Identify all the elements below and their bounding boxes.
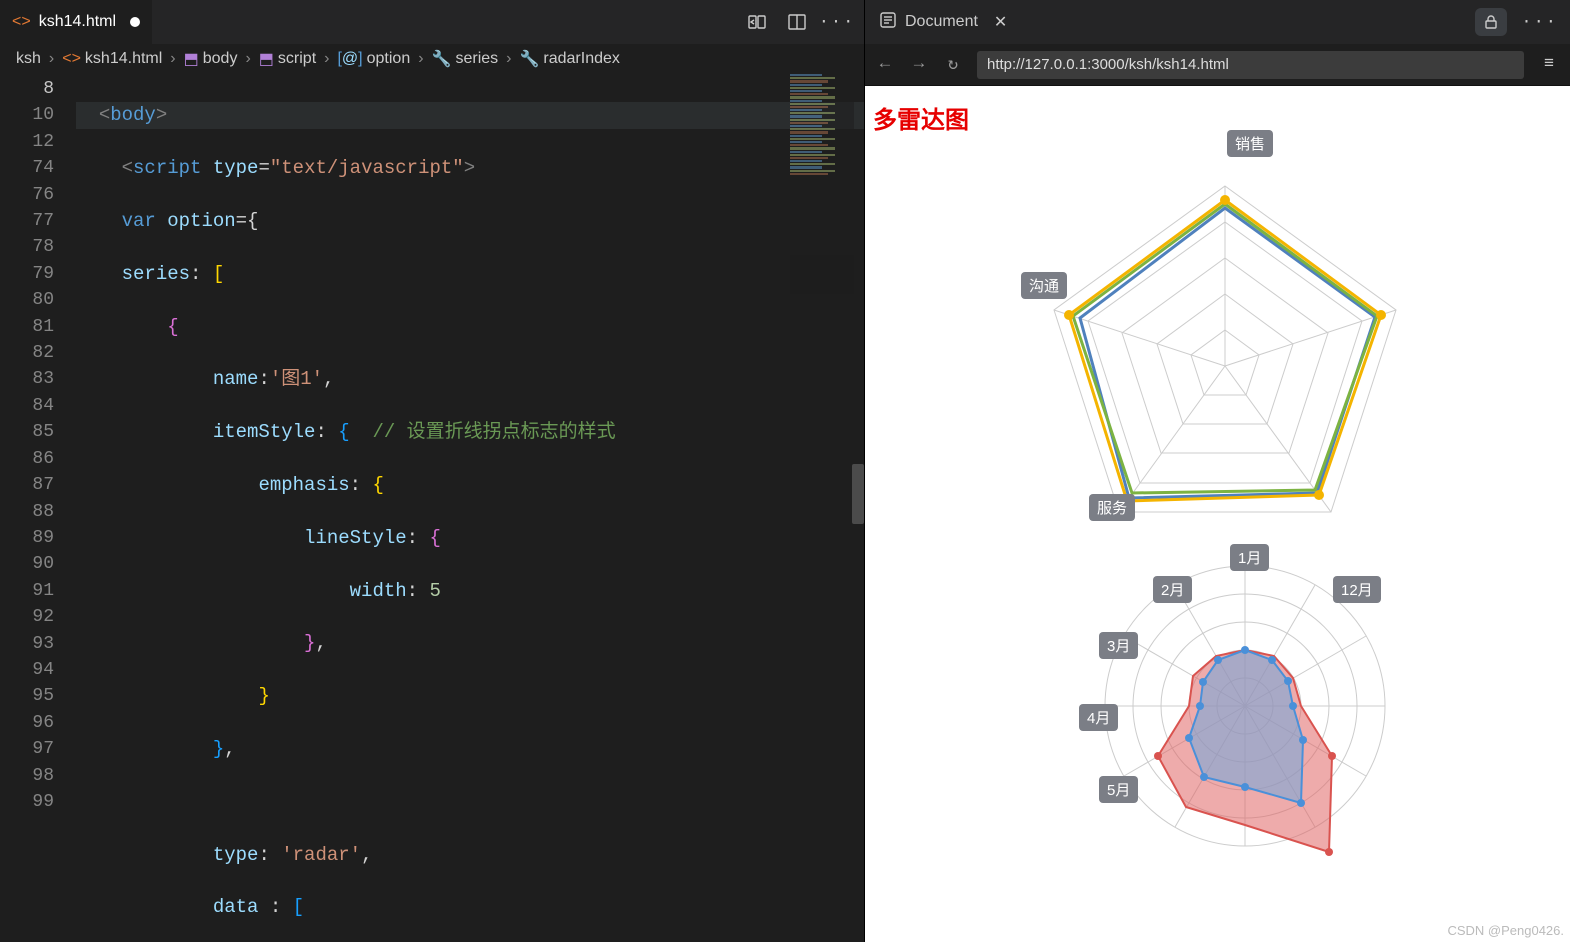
tab-label: Document <box>905 13 978 31</box>
code-file-icon: <> <box>62 50 81 68</box>
editor-tab-bar: <> ksh14.html ··· <box>0 0 864 44</box>
axis-label: 4月 <box>1079 704 1118 731</box>
preview-tab-bar: Document ✕ ··· <box>865 0 1570 44</box>
more-actions-icon[interactable]: ··· <box>1521 13 1558 32</box>
preview-icon <box>879 11 897 34</box>
forward-button[interactable]: → <box>909 55 929 74</box>
tab-filename: ksh14.html <box>39 13 116 31</box>
breadcrumb-item[interactable]: radarIndex <box>543 50 620 68</box>
chevron-right-icon: › <box>324 50 329 68</box>
url-bar: ← → ↻ ≡ <box>865 44 1570 86</box>
axis-label: 5月 <box>1099 776 1138 803</box>
dirty-indicator <box>130 17 140 27</box>
breadcrumb-item[interactable]: ksh <box>16 50 41 68</box>
axis-label: 2月 <box>1153 576 1192 603</box>
tab-document[interactable]: Document ✕ <box>865 0 1021 44</box>
reload-button[interactable]: ↻ <box>943 54 963 75</box>
chevron-right-icon: › <box>418 50 423 68</box>
code-file-icon: <> <box>12 13 31 31</box>
more-actions-icon[interactable]: ··· <box>826 11 848 33</box>
axis-label: 1月 <box>1230 544 1269 571</box>
radar-chart-2 <box>1015 546 1455 926</box>
back-button[interactable]: ← <box>875 55 895 74</box>
chevron-right-icon: › <box>170 50 175 68</box>
breadcrumb[interactable]: ksh › <> ksh14.html › ⬒ body › ⬒ script … <box>0 44 864 74</box>
close-icon[interactable]: ✕ <box>994 12 1007 32</box>
chevron-right-icon: › <box>245 50 250 68</box>
preview-content: 多雷达图 销售 沟通 <box>865 86 1570 942</box>
breadcrumb-item[interactable]: option <box>367 50 411 68</box>
split-editor-icon[interactable] <box>786 11 808 33</box>
tab-ksh14[interactable]: <> ksh14.html <box>0 0 152 44</box>
code-content[interactable]: <body> <script type="text/javascript"> v… <box>76 74 864 942</box>
breadcrumb-item[interactable]: ksh14.html <box>85 50 162 68</box>
page-title: 多雷达图 <box>873 100 969 135</box>
axis-label: 销售 <box>1227 130 1273 157</box>
symbol-icon: [@] <box>337 50 362 68</box>
watermark: CSDN @Peng0426. <box>1447 923 1564 938</box>
axis-label: 3月 <box>1099 632 1138 659</box>
axis-label: 12月 <box>1333 576 1381 603</box>
code-editor[interactable]: 8 101274 7677 787980 818283 848586 87888… <box>0 74 864 942</box>
minimap[interactable] <box>790 74 854 294</box>
tab-actions: ··· <box>746 11 864 33</box>
url-input[interactable] <box>977 51 1524 79</box>
compare-changes-icon[interactable] <box>746 11 768 33</box>
symbol-icon: ⬒ <box>184 49 199 69</box>
breadcrumb-item[interactable]: series <box>455 50 498 68</box>
lock-button[interactable] <box>1475 8 1507 36</box>
scrollbar-thumb[interactable] <box>852 464 864 524</box>
wrench-icon: 🔧 <box>519 49 539 69</box>
radar-chart-1 <box>1005 146 1445 586</box>
symbol-icon: ⬒ <box>259 49 274 69</box>
axis-label: 沟通 <box>1021 272 1067 299</box>
wrench-icon: 🔧 <box>432 49 452 69</box>
breadcrumb-item[interactable]: body <box>203 50 238 68</box>
chevron-right-icon: › <box>49 50 54 68</box>
line-number-gutter: 8 101274 7677 787980 818283 848586 87888… <box>0 74 76 942</box>
preview-pane: Document ✕ ··· ← → ↻ ≡ 多雷达图 <box>864 0 1570 942</box>
menu-icon[interactable]: ≡ <box>1538 55 1560 74</box>
axis-label: 服务 <box>1089 494 1135 521</box>
breadcrumb-item[interactable]: script <box>278 50 316 68</box>
editor-pane: <> ksh14.html ··· ksh › <> ksh14.html › … <box>0 0 864 942</box>
chevron-right-icon: › <box>506 50 511 68</box>
